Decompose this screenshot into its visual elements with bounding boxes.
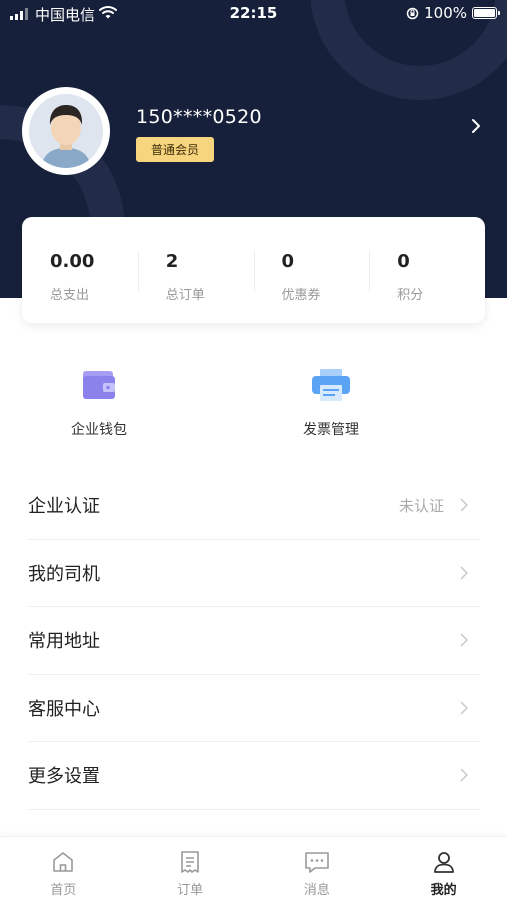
stat-label: 总订单 [165,288,205,303]
orientation-lock-icon [406,7,419,19]
message-icon [305,852,329,873]
tab-label: 首页 [50,883,77,898]
chevron-right-icon [460,633,468,647]
stat-value: 0 [281,251,295,272]
tab-orders[interactable]: 订单 [127,837,254,900]
enterprise-wallet-button[interactable]: 企业钱包 [34,368,164,439]
battery-icon [472,7,500,19]
bottom-tab-bar: 首页 订单 消息 我的 [0,836,507,900]
profile-icon [433,852,454,873]
stat-value: 0 [397,251,410,272]
menu-item-label: 客服中心 [28,698,100,720]
tab-label: 消息 [303,883,330,898]
settings-menu: 企业认证 未认证 我的司机 常用地址 客服中心 更多设置 [28,472,480,810]
menu-item-label: 我的司机 [28,563,100,585]
user-phone: 150****0520 [136,106,262,128]
order-icon [181,851,199,873]
menu-item-label: 企业认证 [28,496,100,518]
stat-total-orders[interactable]: 2 总订单 [137,217,254,323]
menu-item-enterprise-verification[interactable]: 企业认证 未认证 [28,472,480,540]
stat-value: 2 [165,251,179,272]
tab-home[interactable]: 首页 [0,837,127,900]
chevron-right-icon[interactable] [471,118,481,134]
chevron-right-icon [460,768,468,782]
invoice-printer-icon [312,369,350,401]
tab-mine[interactable]: 我的 [380,837,507,900]
stats-card: 0.00 总支出 2 总订单 0 优惠券 0 积分 [22,217,485,323]
status-bar: 中国电信 22:15 100% [0,0,507,28]
battery-percent: 100% [424,4,467,22]
avatar[interactable] [22,87,110,175]
menu-item-label: 常用地址 [28,631,100,653]
chevron-right-icon [460,498,468,512]
wallet-icon [83,371,115,399]
tab-label: 我的 [430,883,457,898]
tab-messages[interactable]: 消息 [254,837,381,900]
verification-status: 未认证 [398,496,444,515]
tab-label: 订单 [177,883,204,898]
home-icon [53,852,74,872]
menu-item-frequent-addresses[interactable]: 常用地址 [28,607,480,675]
menu-item-my-drivers[interactable]: 我的司机 [28,540,480,607]
stat-points[interactable]: 0 积分 [369,217,485,323]
menu-item-label: 更多设置 [28,766,100,788]
chevron-right-icon [460,565,468,580]
stat-value: 0.00 [50,251,95,272]
chevron-right-icon [460,700,468,715]
stat-label: 总支出 [50,288,90,303]
stat-label: 积分 [397,288,424,303]
user-avatar-icon [29,94,103,168]
menu-item-more-settings[interactable]: 更多设置 [28,742,480,810]
invoice-management-button[interactable]: 发票管理 [266,368,396,439]
stat-coupons[interactable]: 0 优惠券 [253,217,370,323]
quick-action-label: 企业钱包 [71,422,127,438]
quick-action-label: 发票管理 [303,422,359,438]
stat-total-spending[interactable]: 0.00 总支出 [22,217,138,323]
member-level-badge: 普通会员 [136,137,215,162]
menu-item-customer-service[interactable]: 客服中心 [28,675,480,742]
stat-label: 优惠券 [281,288,321,303]
